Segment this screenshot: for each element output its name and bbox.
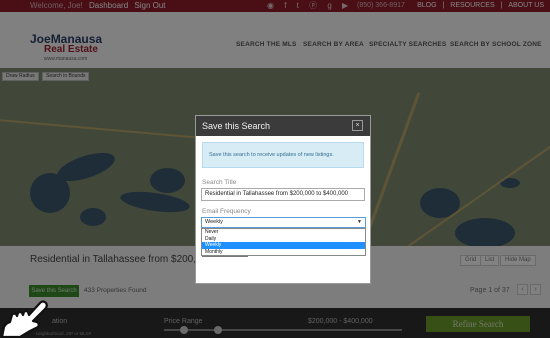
modal-title: Save this Search [202,121,271,131]
save-search-modal: Save this Search × Save this search to r… [195,115,371,284]
search-title-input[interactable]: Residential in Tallahassee from $200,000… [201,188,365,201]
modal-header: Save this Search × [196,116,370,136]
email-frequency-label: Email Frequency [202,208,251,215]
selected-frequency: Weekly [205,219,223,225]
hand-pointer-icon [0,300,48,338]
search-title-label: Search Title [202,179,237,186]
info-alert: Save this search to receive updates of n… [202,142,364,168]
close-icon[interactable]: × [352,120,363,131]
frequency-dropdown: Never Daily Weekly Monthly [201,228,366,256]
email-frequency-select[interactable]: Weekly ▼ [201,217,366,228]
option-monthly[interactable]: Monthly [202,249,365,256]
chevron-down-icon: ▼ [357,219,362,225]
divider [202,256,248,257]
